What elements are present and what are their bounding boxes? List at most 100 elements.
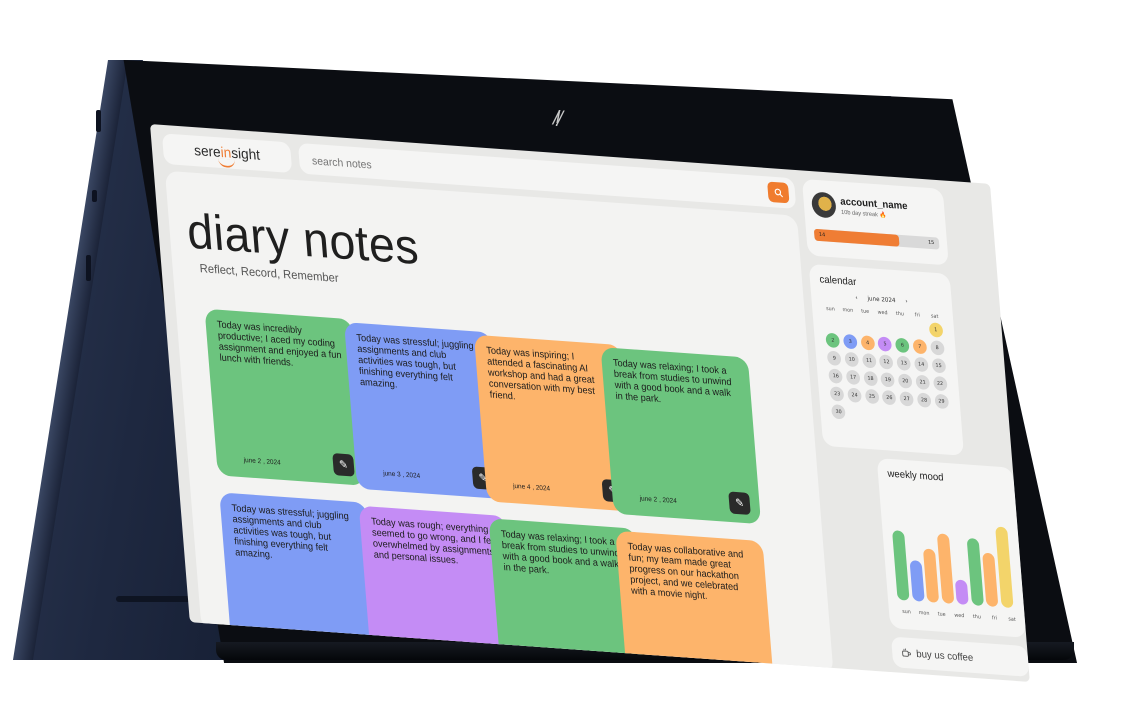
edit-note-button[interactable]: ✎ [728,491,751,516]
calendar-day[interactable]: 5 [877,336,893,352]
calendar-day[interactable]: 4 [860,335,876,351]
mood-bar [909,560,925,602]
account-card[interactable]: account_name 10b day streak 🔥 14 15 [801,178,949,266]
weekday-label: thu [895,310,905,318]
device-logo-icon: /ḷ/ [553,108,563,128]
calendar-empty-cell [909,321,928,337]
search-icon [774,188,783,197]
note-text: Today was collaborative and fun; my team… [627,541,744,602]
note-card[interactable]: Today was incredibly productive; I aced … [204,308,366,486]
mood-day-label: wed [954,612,965,619]
mood-bar [954,579,969,605]
calendar-month: june 2024 [867,295,896,304]
mood-bar [982,552,999,608]
calendar-title: calendar [818,273,857,288]
calendar-empty-cell [857,317,876,333]
fire-icon: 🔥 [879,212,887,219]
calendar-empty-cell [874,318,893,334]
calendar-day[interactable]: 23 [829,386,845,402]
calendar-day[interactable]: 17 [845,369,861,386]
next-month-icon[interactable]: › [905,298,908,305]
brand-logo[interactable]: sere in sight [161,133,293,174]
note-date: june 2 , 2024 [243,456,282,467]
calendar-grid: sun mon tue wed thu fri sat 1 2 3 4 5 6 7 8 9 10 11 12 13 14… [822,305,953,427]
calendar-day[interactable]: 20 [897,373,913,389]
note-date: june 3 , 2024 [382,469,421,480]
calendar-day[interactable]: 9 [827,350,842,366]
calendar-day[interactable]: 25 [864,388,880,405]
note-text: Today was stressful; juggling assignment… [356,333,474,391]
pencil-icon: ✎ [338,458,349,472]
mood-day-label: tue [937,611,946,618]
note-date: june 4 , 2024 [512,481,551,493]
calendar-day[interactable]: 18 [863,370,878,387]
coffee-icon [902,648,911,657]
prev-month-icon[interactable]: ‹ [855,294,858,301]
avatar[interactable] [810,191,837,219]
weekly-mood-chart [885,487,1017,609]
calendar-empty-cell [892,320,911,336]
mood-day-label: sat [1008,616,1017,623]
device-port [96,110,101,132]
calendar-day[interactable]: 11 [861,353,877,369]
progress-right: 15 [927,239,935,246]
weekday-label: tue [861,308,870,315]
calendar-day[interactable]: 19 [880,372,896,388]
pencil-icon: ✎ [734,496,745,510]
calendar-day[interactable]: 16 [828,368,844,384]
calendar-empty-cell [840,316,859,332]
calendar-day[interactable]: 24 [847,387,863,403]
mood-day-label: sun [901,608,912,616]
buy-coffee-button[interactable]: buy us coffee [890,636,1030,677]
brand-post: sight [230,144,261,164]
calendar-day[interactable]: 3 [842,333,858,350]
note-date: june 2 , 2024 [639,494,678,505]
mood-day-label: mon [918,609,930,617]
mood-bar [936,533,954,604]
weekday-label: wed [877,309,888,317]
note-text: Today was relaxing; I took a break from … [500,529,620,576]
weekday-label: mon [842,306,854,314]
progress-left: 14 [818,231,826,239]
streak-label: 10b day streak 🔥 [841,209,887,219]
streak-progress-fill [813,228,900,247]
note-card[interactable]: Today was relaxing; I took a break from … [600,347,762,525]
notes-panel: diary notes Reflect, Record, Remember To… [164,170,834,682]
calendar-day[interactable]: 28 [916,392,932,408]
calendar-day[interactable]: 8 [929,340,945,356]
calendar-day[interactable]: 27 [899,391,915,407]
app-display: sereinsight diary notes Reflect, Record,… [150,124,1030,682]
calendar-day[interactable]: 15 [931,357,947,374]
calendar-day[interactable]: 1 [928,322,944,338]
calendar-widget: calendar ‹ june 2024 › sun mon tue wed thu fr… [808,263,965,456]
calendar-day[interactable]: 2 [825,332,841,349]
calendar-day[interactable]: 21 [915,374,931,391]
device-port [92,190,97,202]
calendar-day[interactable]: 12 [879,354,894,370]
weekday-label: sun [825,305,835,313]
calendar-day[interactable]: 7 [912,338,928,355]
edit-note-button[interactable]: ✎ [332,453,355,477]
streak-progress: 14 15 [813,228,940,250]
calendar-day[interactable]: 30 [831,404,847,420]
buy-coffee-label: buy us coffee [915,647,974,664]
calendar-day[interactable]: 22 [932,375,948,392]
calendar-day[interactable]: 14 [913,356,929,373]
mood-day-label: fri [991,615,998,622]
mood-bar [966,537,984,606]
note-text: Today was relaxing; I took a break from … [612,358,732,405]
weekday-label: fri [914,312,921,319]
calendar-day[interactable]: 6 [895,337,910,354]
weekday-label: sat [930,313,939,320]
calendar-day[interactable]: 26 [881,389,897,406]
note-text: Today was incredibly productive; I aced … [216,319,342,369]
search-button[interactable] [767,181,790,204]
calendar-day[interactable]: 13 [896,355,912,371]
calendar-day[interactable]: 29 [934,393,949,410]
weekly-mood-title: weekly mood [886,467,944,484]
streak-text: 10b day streak [840,209,879,219]
calendar-day[interactable]: 10 [844,351,860,368]
mood-bar [922,548,940,603]
mood-bar [892,530,910,601]
weekly-mood-widget: weekly mood sun mon tue wed thu fri sat [876,458,1027,638]
